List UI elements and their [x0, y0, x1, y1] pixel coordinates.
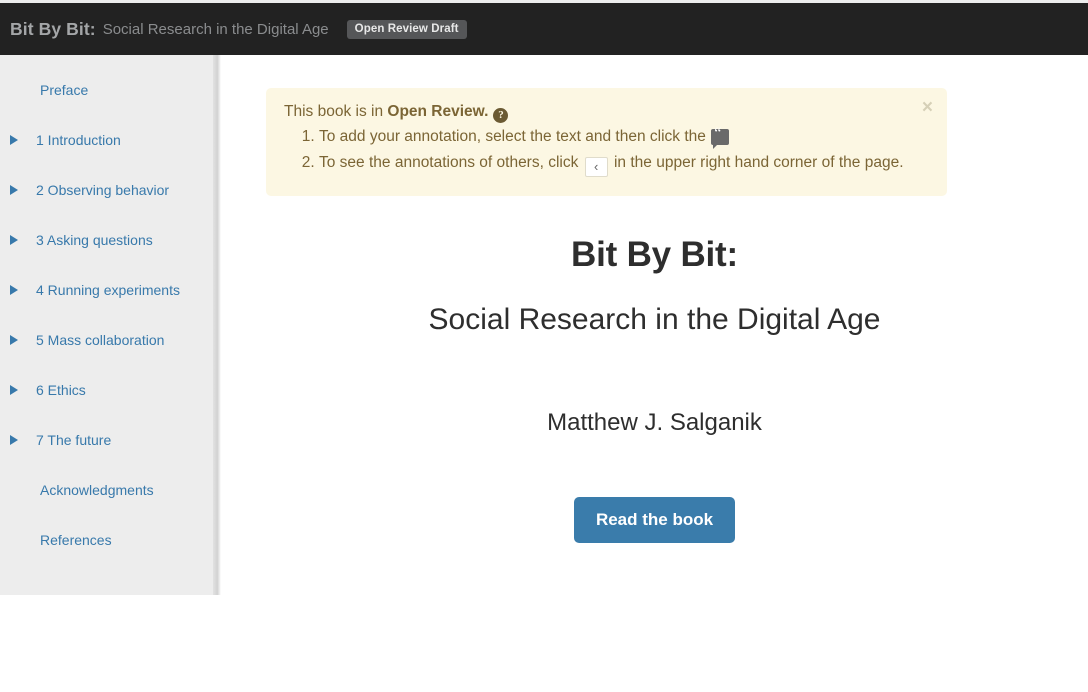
sidebar-item-label: 2 Observing behavior	[36, 182, 170, 198]
alert-item-2-before: To see the annotations of others, click	[319, 153, 579, 171]
sidebar-item-label: 4 Running experiments	[36, 282, 180, 298]
chevron-right-icon[interactable]	[10, 385, 28, 395]
alert-lead-text: This book is in Open Review.?	[284, 101, 929, 123]
sidebar-item-label: Preface	[40, 82, 89, 98]
list-item: To see the annotations of others, click …	[319, 152, 929, 177]
alert-lead-prefix: This book is in	[284, 103, 388, 120]
sidebar-item-6-ethics[interactable]: 6 Ethics	[0, 365, 213, 415]
sidebar-navigation: Preface 1 Introduction 2 Observing behavio…	[0, 55, 213, 595]
sidebar-item-references[interactable]: References	[0, 515, 213, 565]
chevron-right-icon[interactable]	[10, 285, 28, 295]
sidebar-item-label: 6 Ethics	[36, 382, 86, 398]
close-icon[interactable]: ×	[922, 98, 933, 117]
chevron-right-icon[interactable]	[10, 135, 28, 145]
read-the-book-button[interactable]: Read the book	[573, 497, 736, 543]
open-review-alert: × This book is in Open Review.? To add y…	[266, 88, 947, 196]
sidebar-item-label: References	[40, 532, 112, 548]
list-item: To add your annotation, select the text …	[319, 126, 929, 150]
sidebar-item-1-introduction[interactable]: 1 Introduction	[0, 115, 213, 165]
sidebar-edge-shadow	[213, 55, 221, 595]
chevron-right-icon[interactable]	[10, 235, 28, 245]
sidebar-item-4-running-experiments[interactable]: 4 Running experiments	[0, 265, 213, 315]
page-title: Bit By Bit:	[571, 235, 738, 274]
alert-item-1-before: To add your annotation, select the text …	[319, 128, 706, 146]
caret-spacer	[10, 85, 28, 95]
site-header: Bit By Bit: Social Research in the Digit…	[0, 3, 1088, 55]
sidebar-item-label: 3 Asking questions	[36, 232, 153, 248]
chevron-right-icon[interactable]	[10, 435, 28, 445]
annotation-quote-icon[interactable]	[711, 126, 730, 150]
sidebar-item-label: 1 Introduction	[36, 132, 121, 148]
caret-spacer	[10, 535, 28, 545]
sidebar-item-7-the-future[interactable]: 7 The future	[0, 415, 213, 465]
sidebar-item-acknowledgments[interactable]: Acknowledgments	[0, 465, 213, 515]
sidebar-item-preface[interactable]: Preface	[0, 65, 213, 115]
author-name: Matthew J. Salganik	[547, 409, 762, 436]
chevron-left-button[interactable]: ‹	[584, 156, 608, 177]
sidebar-item-label: 5 Mass collaboration	[36, 332, 165, 348]
main-content: × This book is in Open Review.? To add y…	[221, 55, 1088, 692]
sidebar-item-label: Acknowledgments	[40, 482, 154, 498]
sidebar-item-3-asking-questions[interactable]: 3 Asking questions	[0, 215, 213, 265]
caret-spacer	[10, 485, 28, 495]
chevron-right-icon[interactable]	[10, 185, 28, 195]
question-circle-icon[interactable]: ?	[493, 108, 509, 123]
alert-item-2-after: in the upper right hand corner of the pa…	[613, 153, 904, 171]
sidebar-item-label: 7 The future	[36, 432, 112, 448]
brand-subtitle: Social Research in the Digital Age	[102, 20, 329, 38]
brand-title[interactable]: Bit By Bit:	[10, 19, 96, 40]
hero-section: Bit By Bit: Social Research in the Digit…	[221, 235, 1088, 543]
sidebar-item-2-observing-behavior[interactable]: 2 Observing behavior	[0, 165, 213, 215]
chevron-right-icon[interactable]	[10, 335, 28, 345]
alert-lead-strong: Open Review.	[387, 103, 489, 120]
alert-instruction-list: To add your annotation, select the text …	[284, 126, 929, 177]
sidebar-item-5-mass-collaboration[interactable]: 5 Mass collaboration	[0, 315, 213, 365]
page-subtitle: Social Research in the Digital Age	[428, 303, 881, 336]
open-review-draft-badge: Open Review Draft	[346, 19, 467, 39]
cta-wrapper: Read the book	[221, 497, 1088, 543]
